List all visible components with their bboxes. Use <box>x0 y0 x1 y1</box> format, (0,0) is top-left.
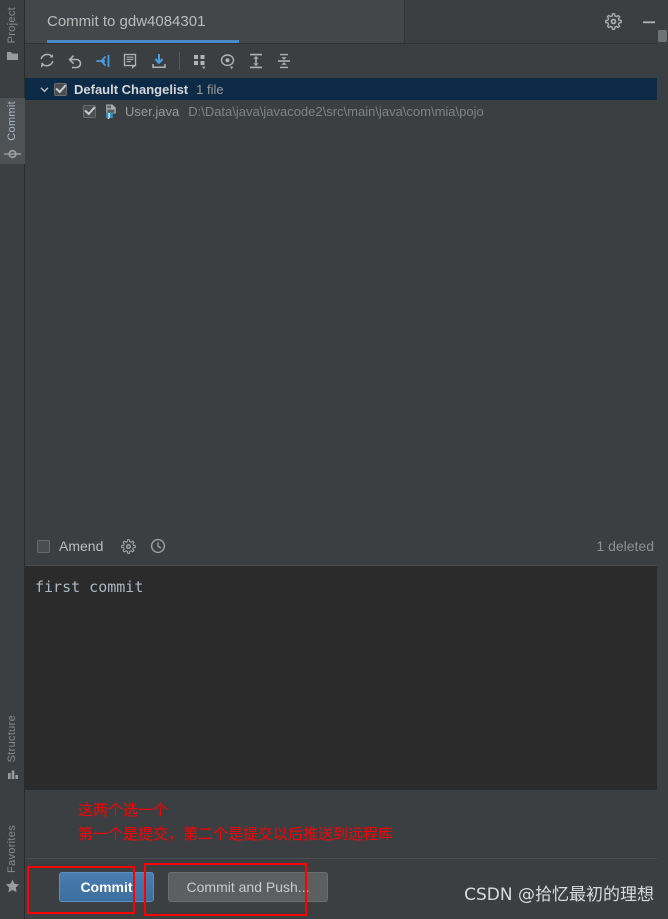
chevron-down-icon[interactable] <box>37 82 51 96</box>
table-row[interactable]: J User.java D:\Data\java\javacode2\src\m… <box>25 100 668 122</box>
expand-all-icon[interactable] <box>242 47 270 75</box>
sidebar-item-label-commit: Commit <box>6 101 18 141</box>
revert-commit-icon[interactable] <box>145 47 173 75</box>
amend-bar: Amend 1 deleted <box>25 527 668 565</box>
commit-node-icon <box>0 144 25 164</box>
annotation-overlay: 这两个选一个 第一个是提交，第二个是提交以后推送到远程库 <box>78 798 393 846</box>
commit-toolbar <box>25 44 668 78</box>
tab-commit-to-branch[interactable]: Commit to gdw4084301 <box>25 0 405 43</box>
refresh-changes-icon[interactable] <box>33 47 61 75</box>
group-by-icon[interactable] <box>186 47 214 75</box>
amend-label: Amend <box>59 538 104 554</box>
sidebar-item-label-favorites: Favorites <box>6 825 18 873</box>
tab-active-underline <box>47 40 239 43</box>
commit-button[interactable]: Commit <box>59 872 154 902</box>
file-path: D:\Data\java\javacode2\src\main\java\com… <box>188 103 484 119</box>
vertical-scrollbar[interactable] <box>657 0 668 919</box>
file-checkbox[interactable] <box>83 104 96 118</box>
changelist-name: Default Changelist <box>74 81 189 97</box>
status-badge: 1 deleted <box>596 538 654 554</box>
gear-icon[interactable] <box>602 11 624 33</box>
changelist-file-count: 1 file <box>196 81 224 97</box>
structure-icon <box>0 765 25 785</box>
preview-diff-icon[interactable] <box>214 47 242 75</box>
star-icon <box>0 876 25 896</box>
commit-message-text[interactable]: first commit <box>25 566 668 596</box>
rollback-icon[interactable] <box>61 47 89 75</box>
tool-window-sidebar: Project Commit Structure Favorites <box>0 0 25 919</box>
annotation-line-1: 这两个选一个 <box>78 801 169 819</box>
commit-and-push-button[interactable]: Commit and Push... <box>168 872 328 902</box>
gear-icon[interactable] <box>117 535 139 557</box>
sidebar-item-structure[interactable]: Structure <box>0 712 25 785</box>
show-diff-icon[interactable] <box>89 47 117 75</box>
commit-message-editor[interactable]: first commit <box>25 565 668 790</box>
scrollbar-thumb[interactable] <box>658 30 667 42</box>
amend-checkbox[interactable] <box>37 539 50 553</box>
tool-window-header-buttons <box>602 0 660 43</box>
folder-icon <box>0 46 25 66</box>
changes-tree: Default Changelist 1 file J User.java D:… <box>25 78 668 527</box>
commit-tool-window: Project Commit Structure Favorites Commi… <box>0 0 668 919</box>
sidebar-item-label-structure: Structure <box>6 715 18 763</box>
bottom-divider <box>25 858 668 859</box>
toolbar-separator <box>179 52 180 70</box>
tab-bar: Commit to gdw4084301 <box>25 0 668 44</box>
svg-text:J: J <box>107 112 110 119</box>
sidebar-item-commit[interactable]: Commit <box>0 98 25 164</box>
collapse-all-icon[interactable] <box>270 47 298 75</box>
java-file-icon: J <box>103 103 119 119</box>
tab-label: Commit to gdw4084301 <box>47 13 206 30</box>
annotation-line-2: 第一个是提交，第二个是提交以后推送到远程库 <box>78 825 394 843</box>
sidebar-item-project[interactable]: Project <box>0 4 25 66</box>
watermark-text: CSDN @拾忆最初的理想 <box>464 885 654 905</box>
sidebar-item-label-project: Project <box>6 7 18 44</box>
clock-icon[interactable] <box>147 535 169 557</box>
changelist-row[interactable]: Default Changelist 1 file <box>25 78 668 100</box>
sidebar-item-favorites[interactable]: Favorites <box>0 822 25 896</box>
changelist-checkbox[interactable] <box>54 82 67 96</box>
edit-source-icon[interactable] <box>117 47 145 75</box>
file-name: User.java <box>125 103 180 119</box>
